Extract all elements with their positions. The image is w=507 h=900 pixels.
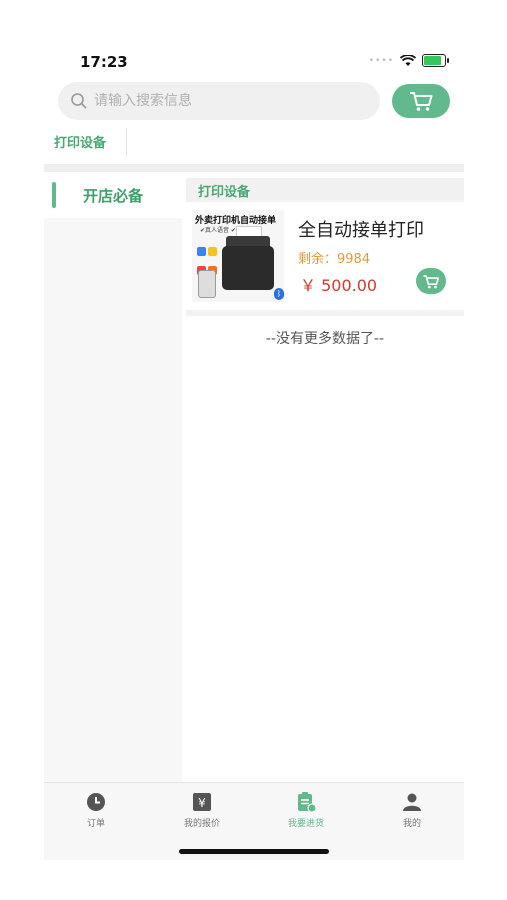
cart-icon [423, 274, 439, 288]
yuan-icon: ¥ [193, 793, 211, 811]
app-screen: 17:23 •••• 打印设备 开店必备 [44, 40, 464, 860]
cart-icon [410, 92, 433, 111]
search-input[interactable] [92, 92, 366, 110]
status-bar: 17:23 •••• [44, 40, 464, 84]
tab-print-devices[interactable]: 打印设备 [54, 132, 106, 151]
clipboard-icon [298, 792, 317, 813]
tab-label: 订单 [86, 819, 105, 829]
tab-label: 我要进货 [287, 819, 324, 829]
section-header: 打印设备 [186, 178, 464, 202]
battery-icon [422, 54, 449, 67]
product-price: ￥ 500.00 [300, 276, 378, 295]
phone-image [198, 270, 216, 298]
search-bar[interactable] [58, 82, 380, 120]
product-list: 打印设备 外卖打印机自动接单 ✔真人语音 ✔自动接单 ᛒ 全自动接单打印 剩余：… [186, 172, 464, 782]
status-icons: •••• [368, 54, 449, 67]
product-name[interactable]: 全自动接单打印 [298, 216, 424, 242]
tab-label: 我的 [402, 819, 421, 829]
search-icon [71, 93, 87, 109]
card-divider [186, 310, 464, 316]
sidebar-item-label: 开店必备 [82, 186, 143, 205]
printer-icon [222, 246, 274, 290]
product-card[interactable]: 外卖打印机自动接单 ✔真人语音 ✔自动接单 ᛒ 全自动接单打印 剩余：9984 … [186, 206, 464, 310]
clock-icon [87, 793, 105, 811]
section-divider [44, 164, 464, 172]
home-indicator [179, 849, 329, 854]
sidebar-item-store-essentials[interactable]: 开店必备 [44, 172, 182, 218]
tab-orders[interactable]: 订单 [56, 791, 136, 829]
product-stock: 剩余：9984 [298, 252, 371, 267]
tab-divider [126, 128, 127, 156]
category-sidebar: 开店必备 [44, 172, 182, 782]
bluetooth-icon: ᛒ [274, 288, 284, 300]
tab-me[interactable]: 我的 [372, 791, 452, 829]
product-image[interactable]: 外卖打印机自动接单 ✔真人语音 ✔自动接单 ᛒ [192, 210, 284, 302]
bottom-tab-bar: 订单 ¥ 我的报价 我要进货 我的 [44, 782, 464, 860]
status-time: 17:23 [80, 53, 128, 71]
tab-label: 我的报价 [183, 819, 220, 829]
section-title: 打印设备 [198, 184, 251, 200]
wifi-icon [400, 54, 416, 66]
tab-my-quotes[interactable]: ¥ 我的报价 [162, 791, 242, 829]
signal-icon: •••• [368, 55, 394, 66]
user-icon [403, 793, 421, 811]
cart-button[interactable] [392, 84, 450, 118]
add-to-cart-button[interactable] [416, 268, 446, 294]
svg-text:¥: ¥ [198, 796, 206, 810]
selected-indicator [52, 182, 56, 208]
tab-purchase[interactable]: 我要进货 [266, 791, 346, 829]
list-end-text: --没有更多数据了-- [265, 331, 385, 347]
